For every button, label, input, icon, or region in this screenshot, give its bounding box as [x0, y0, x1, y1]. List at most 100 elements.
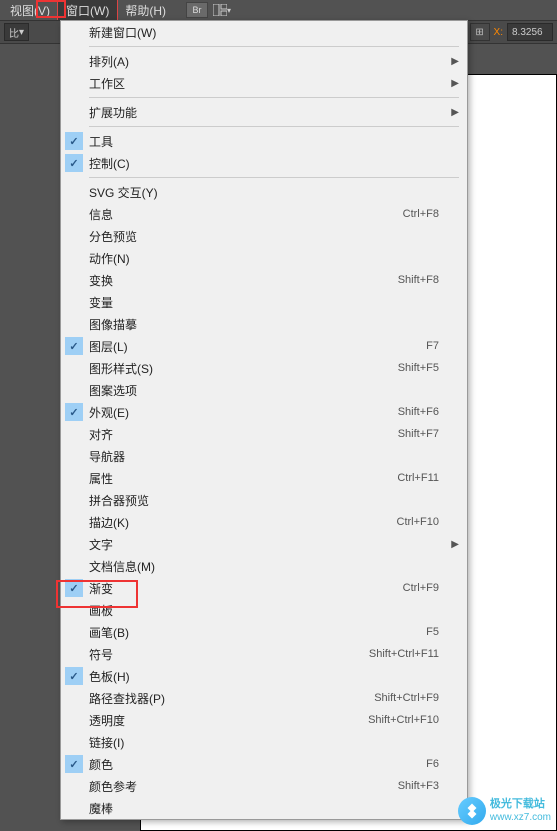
menu-item[interactable]: 新建窗口(W) — [61, 21, 467, 43]
menu-item[interactable]: 图案选项 — [61, 379, 467, 401]
menu-shortcut: Ctrl+F10 — [397, 516, 440, 528]
menu-item-label: 变量 — [87, 294, 447, 311]
menu-item[interactable]: 动作(N) — [61, 247, 467, 269]
menu-item[interactable]: 工作区▶ — [61, 72, 467, 94]
menu-item-label: 工具 — [87, 133, 447, 150]
menu-item[interactable]: 拼合器预览 — [61, 489, 467, 511]
menu-separator — [89, 97, 459, 98]
menu-item[interactable]: 文字▶ — [61, 533, 467, 555]
menu-item[interactable]: 链接(I) — [61, 731, 467, 753]
menu-item-label: 图形样式(S) — [87, 360, 398, 377]
menu-item-label: 动作(N) — [87, 250, 447, 267]
menu-shortcut: Shift+F8 — [398, 274, 439, 286]
menu-item[interactable]: 变量 — [61, 291, 467, 313]
menu-item[interactable]: 描边(K)Ctrl+F10 — [61, 511, 467, 533]
menu-item-label: 链接(I) — [87, 734, 447, 751]
menu-separator — [89, 177, 459, 178]
menu-separator — [89, 46, 459, 47]
window-menu-dropdown: 新建窗口(W)排列(A)▶工作区▶扩展功能▶✓工具✓控制(C)SVG 交互(Y)… — [60, 20, 468, 820]
menu-item[interactable]: 路径查找器(P)Shift+Ctrl+F9 — [61, 687, 467, 709]
menu-item-label: 新建窗口(W) — [87, 24, 447, 41]
menu-item-label: SVG 交互(Y) — [87, 184, 447, 201]
options-left[interactable]: 比 ▾ — [4, 23, 29, 41]
menu-item[interactable]: 分色预览 — [61, 225, 467, 247]
menu-shortcut: Shift+F6 — [398, 406, 439, 418]
watermark-logo-icon — [458, 797, 486, 825]
check-icon: ✓ — [65, 154, 83, 172]
menu-item[interactable]: ✓颜色F6 — [61, 753, 467, 775]
check-icon: ✓ — [65, 579, 83, 597]
menu-item-label: 对齐 — [87, 426, 398, 443]
bridge-button[interactable]: Br — [186, 2, 208, 18]
menu-item[interactable]: 颜色参考Shift+F3 — [61, 775, 467, 797]
submenu-arrow-icon: ▶ — [447, 107, 459, 118]
menu-item[interactable]: 属性Ctrl+F11 — [61, 467, 467, 489]
menu-item[interactable]: 符号Shift+Ctrl+F11 — [61, 643, 467, 665]
menu-item-label: 变换 — [87, 272, 398, 289]
menu-item-label: 色板(H) — [87, 668, 447, 685]
menu-item[interactable]: 导航器 — [61, 445, 467, 467]
menu-item-label: 描边(K) — [87, 514, 397, 531]
menu-item[interactable]: 画板 — [61, 599, 467, 621]
submenu-arrow-icon: ▶ — [447, 539, 459, 550]
menu-item[interactable]: 图像描摹 — [61, 313, 467, 335]
menu-window[interactable]: 窗口(W) — [58, 0, 117, 21]
menu-shortcut: F5 — [426, 626, 439, 638]
menu-item[interactable]: SVG 交互(Y) — [61, 181, 467, 203]
menu-item-label: 信息 — [87, 206, 403, 223]
menu-item[interactable]: 文档信息(M) — [61, 555, 467, 577]
transform-icon[interactable]: ⊞ — [470, 23, 490, 41]
menu-shortcut: Shift+Ctrl+F9 — [374, 692, 439, 704]
watermark-title: 极光下载站 — [490, 798, 551, 811]
menu-item[interactable]: 图形样式(S)Shift+F5 — [61, 357, 467, 379]
menu-separator — [89, 126, 459, 127]
x-value-field[interactable]: 8.3256 — [507, 23, 553, 41]
arrange-icon[interactable]: ▾ — [212, 2, 232, 18]
menu-item[interactable]: ✓渐变Ctrl+F9 — [61, 577, 467, 599]
menu-item[interactable]: ✓外观(E)Shift+F6 — [61, 401, 467, 423]
menu-item[interactable]: ✓色板(H) — [61, 665, 467, 687]
menu-item-label: 文档信息(M) — [87, 558, 447, 575]
menu-view[interactable]: 视图(V) — [2, 0, 58, 21]
menu-item-label: 工作区 — [87, 75, 447, 92]
menu-item[interactable]: 画笔(B)F5 — [61, 621, 467, 643]
menu-shortcut: Shift+F3 — [398, 780, 439, 792]
submenu-arrow-icon: ▶ — [447, 56, 459, 67]
menu-item[interactable]: ✓图层(L)F7 — [61, 335, 467, 357]
menu-item-label: 导航器 — [87, 448, 447, 465]
check-icon: ✓ — [65, 667, 83, 685]
check-icon: ✓ — [65, 755, 83, 773]
menu-help[interactable]: 帮助(H) — [117, 0, 174, 21]
menu-item-label: 控制(C) — [87, 155, 447, 172]
menu-item-label: 透明度 — [87, 712, 368, 729]
submenu-arrow-icon: ▶ — [447, 78, 459, 89]
menu-item-label: 外观(E) — [87, 404, 398, 421]
check-icon: ✓ — [65, 403, 83, 421]
menu-item[interactable]: 扩展功能▶ — [61, 101, 467, 123]
menu-item-label: 符号 — [87, 646, 369, 663]
menu-shortcut: Shift+Ctrl+F11 — [369, 648, 439, 660]
menu-shortcut: Shift+Ctrl+F10 — [368, 714, 439, 726]
menu-shortcut: F6 — [426, 758, 439, 770]
menu-item[interactable]: 信息Ctrl+F8 — [61, 203, 467, 225]
menu-item[interactable]: ✓控制(C) — [61, 152, 467, 174]
menu-item-label: 拼合器预览 — [87, 492, 447, 509]
menu-item[interactable]: 排列(A)▶ — [61, 50, 467, 72]
menu-item-label: 颜色参考 — [87, 778, 398, 795]
menu-item[interactable]: 对齐Shift+F7 — [61, 423, 467, 445]
check-icon: ✓ — [65, 132, 83, 150]
menu-item-label: 图像描摹 — [87, 316, 447, 333]
menu-item[interactable]: 变换Shift+F8 — [61, 269, 467, 291]
menu-item[interactable]: ✓工具 — [61, 130, 467, 152]
menu-shortcut: Shift+F5 — [398, 362, 439, 374]
menu-item[interactable]: 魔棒 — [61, 797, 467, 819]
menu-item-label: 画笔(B) — [87, 624, 426, 641]
menu-item-label: 图案选项 — [87, 382, 447, 399]
menu-item[interactable]: 透明度Shift+Ctrl+F10 — [61, 709, 467, 731]
menu-shortcut: F7 — [426, 340, 439, 352]
menu-item-label: 颜色 — [87, 756, 426, 773]
x-label: X: — [494, 27, 503, 38]
menu-item-label: 画板 — [87, 602, 447, 619]
menu-item-label: 分色预览 — [87, 228, 447, 245]
menu-shortcut: Ctrl+F8 — [403, 208, 439, 220]
